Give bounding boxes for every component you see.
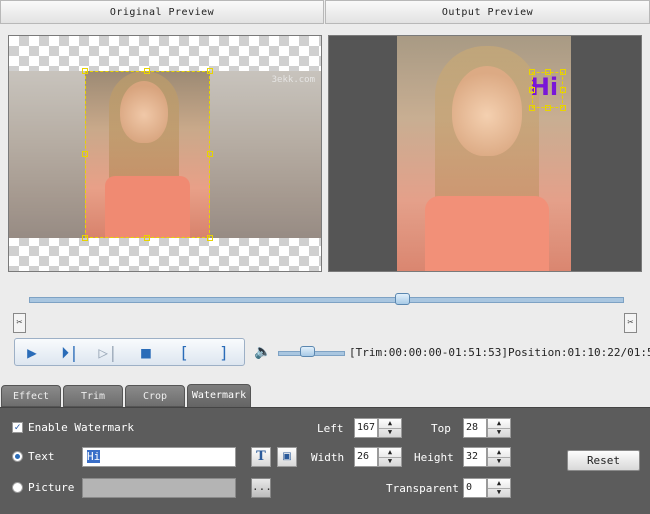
crop-selection-box[interactable] [85, 71, 210, 238]
spin-down-icon[interactable]: ▼ [488, 428, 510, 437]
original-preview-pane[interactable]: 3ekk.com [8, 35, 322, 272]
picture-path-input[interactable] [82, 478, 236, 498]
color-picker-icon[interactable]: ▣ [277, 447, 297, 467]
top-spin-buttons[interactable]: ▲ ▼ [487, 418, 511, 438]
transparent-spin-buttons[interactable]: ▲ ▼ [487, 478, 511, 498]
trim-end-marker-icon[interactable]: ✂ [624, 313, 637, 333]
crop-dim-left [9, 71, 85, 238]
mark-out-icon[interactable]: ] [213, 343, 235, 363]
width-value[interactable]: 26 [354, 447, 378, 467]
crop-handle-tr[interactable] [207, 68, 213, 74]
height-label: Height [414, 451, 454, 464]
left-label: Left [317, 422, 344, 435]
left-spin-buttons[interactable]: ▲ ▼ [378, 418, 402, 438]
tab-watermark[interactable]: Watermark [187, 384, 251, 408]
browse-picture-button[interactable]: ... [251, 478, 272, 498]
crop-handle-ml[interactable] [82, 151, 88, 157]
crop-dim-right [210, 71, 321, 238]
mark-in-icon[interactable]: [ [173, 343, 195, 363]
subject-face [452, 66, 522, 156]
crop-handle-mr[interactable] [207, 151, 213, 157]
watermark-text-value: Hi [87, 450, 101, 463]
crop-handle-bl[interactable] [82, 235, 88, 241]
crop-handle-tl[interactable] [82, 68, 88, 74]
trim-position-status: [Trim:00:00:00-01:51:53]Position:01:10:2… [349, 346, 650, 359]
wm-handle-bl[interactable] [529, 105, 535, 111]
wm-handle-br[interactable] [560, 105, 566, 111]
watermark-selection-box[interactable] [532, 72, 563, 108]
height-value[interactable]: 32 [463, 447, 487, 467]
output-video-frame: Hi [397, 36, 571, 271]
wm-handle-tl[interactable] [529, 69, 535, 75]
step-end-icon[interactable]: ▷| [97, 343, 119, 363]
stop-icon[interactable]: ■ [135, 343, 157, 363]
tab-trim[interactable]: Trim [63, 385, 123, 407]
top-value[interactable]: 28 [463, 418, 487, 438]
volume-icon[interactable]: 🔈 [254, 344, 271, 360]
seek-thumb[interactable] [395, 293, 411, 305]
enable-watermark-checkbox[interactable]: ✓ [12, 422, 23, 433]
width-label: Width [311, 451, 345, 464]
wm-handle-bm[interactable] [545, 105, 551, 111]
spin-down-icon[interactable]: ▼ [379, 457, 401, 466]
original-preview-header: Original Preview [0, 0, 324, 24]
wm-handle-ml[interactable] [529, 87, 535, 93]
transparent-value[interactable]: 0 [463, 478, 487, 498]
output-preview-pane[interactable]: Hi [328, 35, 642, 272]
spin-down-icon[interactable]: ▼ [379, 428, 401, 437]
subject-dress [425, 196, 549, 271]
watermark-text-input[interactable]: Hi [82, 447, 236, 467]
picture-label: Picture [28, 481, 75, 494]
crop-handle-br[interactable] [207, 235, 213, 241]
spin-down-icon[interactable]: ▼ [488, 457, 510, 466]
width-spin-buttons[interactable]: ▲ ▼ [378, 447, 402, 467]
play-icon[interactable]: ▶ [21, 343, 43, 363]
reset-button[interactable]: Reset [567, 450, 640, 471]
crop-handle-bm[interactable] [144, 235, 150, 241]
top-label: Top [431, 422, 451, 435]
spin-down-icon[interactable]: ▼ [488, 488, 510, 497]
text-radio[interactable] [12, 451, 23, 462]
volume-thumb[interactable] [299, 346, 315, 357]
wm-handle-mr[interactable] [560, 87, 566, 93]
picture-radio[interactable] [12, 482, 23, 493]
output-preview-header: Output Preview [325, 0, 650, 24]
transparent-label: Transparent [386, 482, 459, 495]
trim-start-marker-icon[interactable]: ✂ [13, 313, 26, 333]
enable-watermark-label: Enable Watermark [28, 421, 134, 434]
tab-effect[interactable]: Effect [1, 385, 61, 407]
height-spin-buttons[interactable]: ▲ ▼ [487, 447, 511, 467]
text-label: Text [28, 450, 55, 463]
font-icon[interactable]: T [251, 447, 271, 467]
wm-handle-tm[interactable] [545, 69, 551, 75]
tab-crop[interactable]: Crop [125, 385, 185, 407]
next-frame-icon[interactable]: ⏵| [59, 343, 81, 363]
seek-track[interactable] [29, 297, 624, 303]
playback-controls: ▶ ⏵| ▷| ■ [ ] [14, 338, 245, 366]
left-value[interactable]: 167 [354, 418, 378, 438]
wm-handle-tr[interactable] [560, 69, 566, 75]
original-watermark: 3ekk.com [271, 75, 315, 85]
crop-handle-tm[interactable] [144, 68, 150, 74]
